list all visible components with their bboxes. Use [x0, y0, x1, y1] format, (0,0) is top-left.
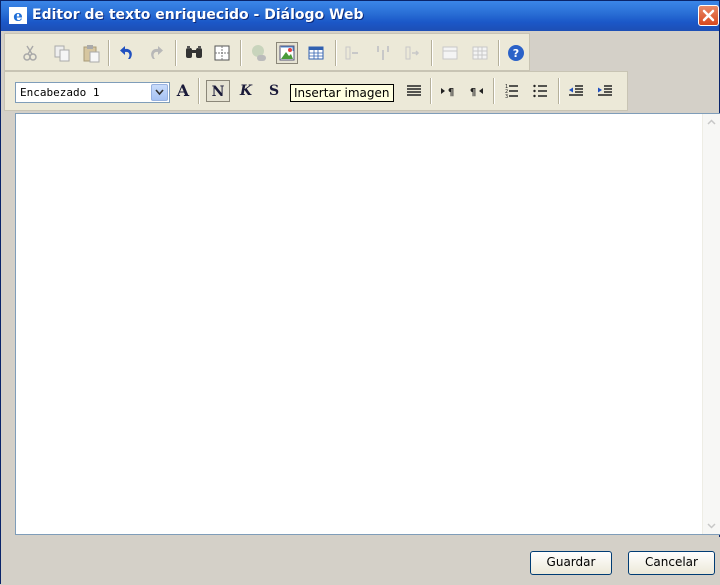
ltr-icon[interactable]: ¶	[437, 80, 459, 102]
paste-icon[interactable]	[80, 42, 102, 64]
window-title: Editor de texto enriquecido - Diálogo We…	[32, 7, 364, 23]
svg-text:¶: ¶	[470, 87, 476, 98]
bullet-list-icon[interactable]	[529, 80, 551, 102]
scroll-up-icon[interactable]	[703, 114, 720, 131]
heading-select-value: Encabezado 1	[20, 86, 100, 99]
ie-logo-icon: e	[9, 7, 27, 24]
underline-button[interactable]: S	[264, 80, 284, 102]
close-button[interactable]	[698, 5, 719, 26]
bold-button[interactable]: N	[206, 80, 230, 102]
outdent-icon[interactable]	[565, 80, 587, 102]
help-icon[interactable]: ?	[505, 42, 527, 64]
svg-text:e: e	[13, 7, 23, 24]
cancel-button[interactable]: Cancelar	[628, 551, 715, 575]
rtl-icon[interactable]: ¶	[465, 80, 487, 102]
insert-row-icon[interactable]	[341, 42, 363, 64]
insert-cell-icon[interactable]	[401, 42, 423, 64]
font-color-icon[interactable]: A	[173, 80, 193, 102]
chevron-down-icon[interactable]	[151, 84, 168, 101]
find-icon[interactable]	[183, 42, 205, 64]
svg-text:?: ?	[513, 47, 519, 60]
save-button[interactable]: Guardar	[530, 551, 612, 575]
insert-column-icon[interactable]	[372, 42, 394, 64]
editor-content-area[interactable]	[15, 113, 720, 535]
cut-icon[interactable]	[19, 42, 41, 64]
cell-properties-icon[interactable]	[469, 42, 491, 64]
table-properties-icon[interactable]	[439, 42, 461, 64]
align-justify-icon[interactable]	[403, 80, 425, 102]
heading-select[interactable]: Encabezado 1	[15, 82, 170, 103]
insert-table-icon[interactable]	[305, 42, 327, 64]
dialog-button-bar: Guardar Cancelar	[1, 537, 720, 585]
title-bar[interactable]: e Editor de texto enriquecido - Diálogo …	[1, 1, 719, 31]
insert-image-icon[interactable]	[276, 42, 298, 64]
ordered-list-icon[interactable]: 123	[500, 80, 522, 102]
insert-image-tooltip: Insertar imagen	[290, 84, 394, 102]
copy-icon[interactable]	[51, 42, 73, 64]
redo-icon[interactable]	[145, 42, 167, 64]
scroll-down-icon[interactable]	[703, 517, 720, 534]
svg-text:3: 3	[505, 94, 508, 100]
svg-text:¶: ¶	[448, 87, 454, 98]
undo-icon[interactable]	[116, 42, 138, 64]
select-all-icon[interactable]	[211, 42, 233, 64]
close-icon	[702, 9, 715, 22]
toolbar-row-1: ?	[4, 33, 530, 71]
vertical-scrollbar[interactable]	[702, 114, 720, 534]
italic-button[interactable]: K	[236, 80, 256, 102]
insert-link-icon[interactable]	[248, 42, 270, 64]
indent-icon[interactable]	[594, 80, 616, 102]
rich-text-editor-dialog: e Editor de texto enriquecido - Diálogo …	[0, 0, 720, 585]
